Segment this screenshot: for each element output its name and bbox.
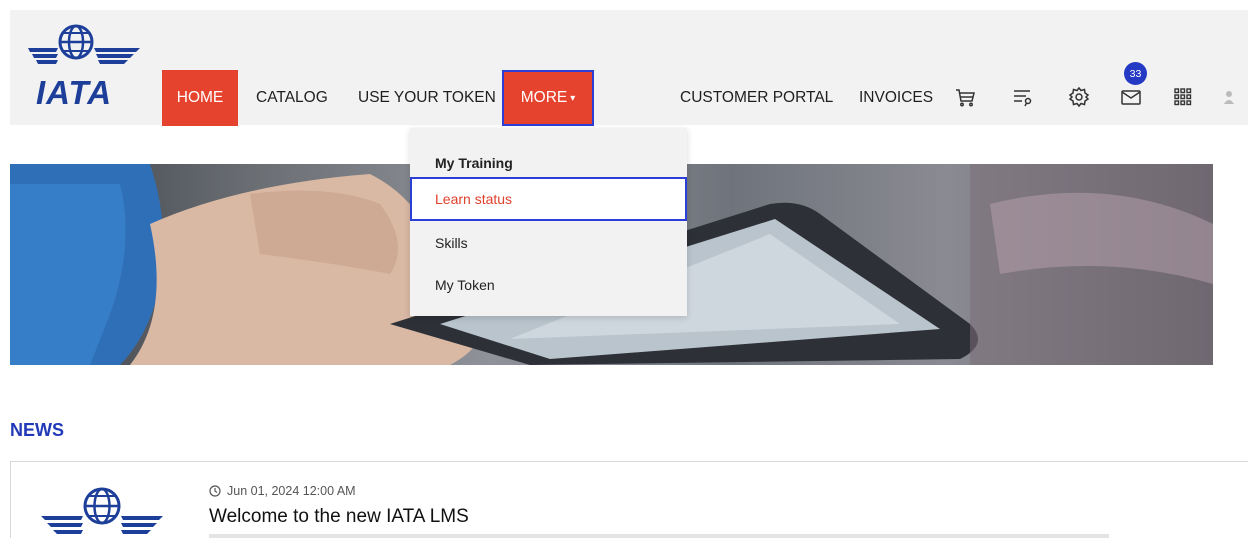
nav-use-your-token[interactable]: USE YOUR TOKEN bbox=[358, 70, 496, 126]
avatar-icon[interactable] bbox=[1222, 84, 1236, 110]
nav-home[interactable]: HOME bbox=[162, 70, 238, 126]
more-dropdown-menu: My Training Learn status Skills My Token bbox=[410, 128, 687, 316]
top-header: IATA HOME CATALOG USE YOUR TOKEN MORE ▾ … bbox=[10, 10, 1248, 126]
caret-down-icon: ▾ bbox=[570, 92, 576, 104]
logo-text: IATA bbox=[36, 74, 113, 111]
nav-customer-portal[interactable]: CUSTOMER PORTAL bbox=[680, 70, 833, 126]
menu-item-my-token[interactable]: My Token bbox=[410, 264, 687, 306]
cart-icon[interactable] bbox=[952, 84, 978, 110]
news-headline[interactable]: Welcome to the new IATA LMS bbox=[209, 506, 469, 528]
news-card[interactable]: Jun 01, 2024 12:00 AM Welcome to the new… bbox=[10, 461, 1248, 538]
mail-badge: 33 bbox=[1124, 62, 1147, 85]
playlist-search-icon[interactable] bbox=[1010, 84, 1036, 110]
menu-item-skills[interactable]: Skills bbox=[410, 222, 687, 264]
iata-logo[interactable]: IATA bbox=[18, 24, 146, 111]
nav-catalog[interactable]: CATALOG bbox=[256, 70, 328, 126]
news-logo bbox=[37, 486, 167, 538]
apps-grid-icon[interactable] bbox=[1170, 84, 1196, 110]
gear-icon[interactable] bbox=[1066, 84, 1092, 110]
news-section-title: NEWS bbox=[10, 420, 64, 440]
news-date: Jun 01, 2024 12:00 AM bbox=[209, 484, 356, 498]
nav-more[interactable]: MORE ▾ bbox=[502, 70, 594, 126]
news-date-text: Jun 01, 2024 12:00 AM bbox=[227, 484, 356, 498]
globe-wings-icon bbox=[41, 487, 163, 534]
news-excerpt-cutoff bbox=[209, 534, 1109, 538]
menu-item-learn-status[interactable]: Learn status bbox=[410, 177, 687, 221]
mail-icon[interactable] bbox=[1118, 84, 1144, 110]
nav-invoices[interactable]: INVOICES bbox=[859, 70, 933, 126]
nav-more-label: MORE bbox=[520, 89, 568, 106]
clock-icon bbox=[209, 485, 221, 497]
